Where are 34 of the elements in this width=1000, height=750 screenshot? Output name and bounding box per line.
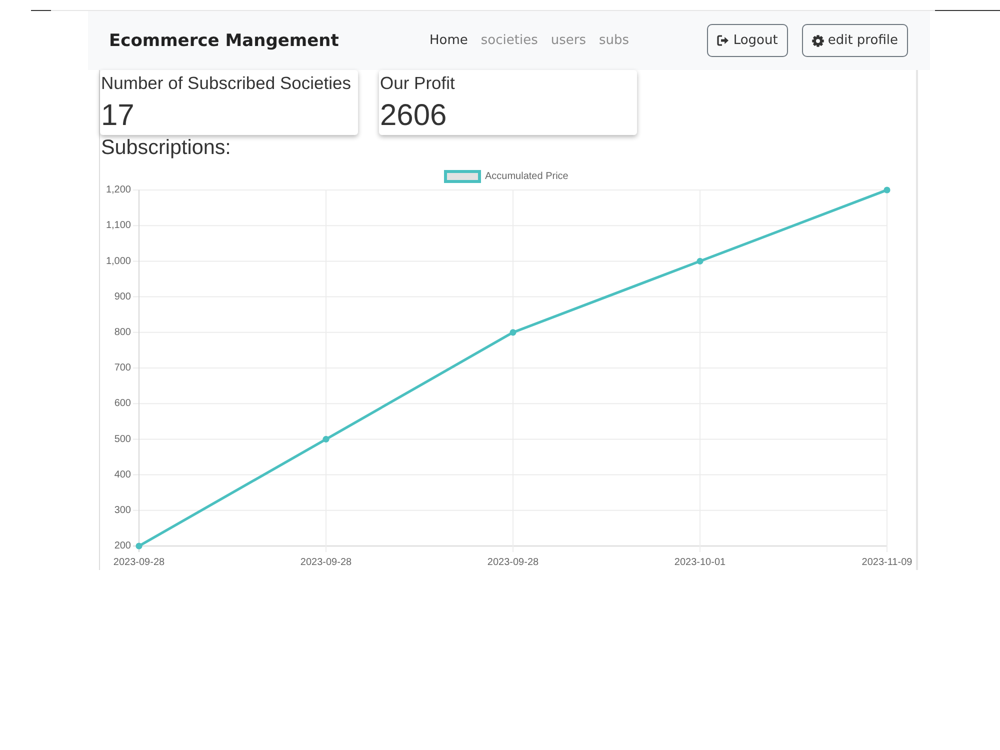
- y-axis-tick-label: 1,000: [106, 256, 131, 267]
- data-point: [136, 542, 142, 550]
- legend-label: Accumulated Price: [485, 171, 568, 182]
- stat-value: 2606: [380, 98, 447, 132]
- section-heading: Subscriptions:: [101, 136, 231, 160]
- y-axis-tick-label: 600: [114, 398, 131, 410]
- y-axis-tick-label: 400: [114, 469, 131, 480]
- legend-swatch-icon: [444, 170, 481, 183]
- data-point: [322, 436, 330, 442]
- y-axis-tick-label: 200: [114, 540, 131, 552]
- y-axis-tick-label: 1,100: [106, 220, 131, 232]
- gear-icon: [812, 34, 824, 46]
- x-axis-tick-label: 2023-09-28: [300, 557, 352, 568]
- y-axis-tick-label: 1,200: [106, 184, 131, 196]
- y-axis-tick-label: 900: [114, 291, 131, 302]
- data-point: [510, 329, 516, 336]
- x-axis-tick-label: 2023-09-28: [487, 557, 539, 568]
- stat-label: Our Profit: [380, 72, 455, 94]
- stat-label: Number of Subscribed Societies: [101, 72, 351, 94]
- edit-profile-button[interactable]: edit profile: [802, 24, 908, 57]
- data-point: [696, 258, 704, 264]
- y-axis-tick-label: 300: [114, 505, 131, 516]
- brand-title: Ecommerce Mangement: [109, 30, 339, 50]
- y-axis-tick-label: 700: [114, 362, 131, 374]
- logout-icon: [717, 35, 730, 46]
- nav-link[interactable]: Home: [423, 33, 474, 48]
- x-axis-tick-label: 2023-09-28: [113, 557, 165, 568]
- x-axis-tick-label: 2023-10-01: [674, 557, 726, 568]
- logout-button[interactable]: Logout: [707, 24, 788, 57]
- x-axis-tick-label: 2023-11-09: [862, 557, 912, 568]
- y-axis-tick-label: 500: [114, 434, 131, 445]
- y-axis-tick-label: 800: [114, 327, 131, 338]
- data-point: [884, 186, 890, 194]
- stat-value: 17: [101, 98, 134, 132]
